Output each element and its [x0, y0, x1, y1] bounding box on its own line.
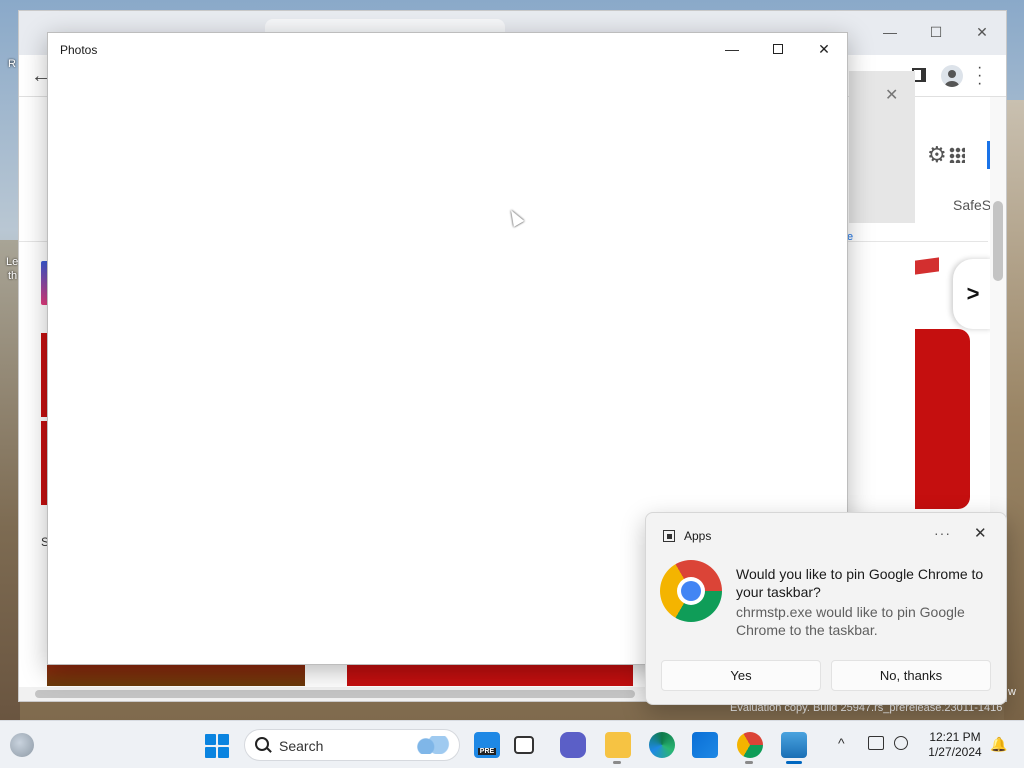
desktop-text-fragment: th	[8, 270, 18, 282]
desktop-text-fragment: R	[8, 58, 16, 70]
profile-icon[interactable]	[941, 65, 963, 87]
more-options-icon[interactable]: ···	[934, 525, 951, 541]
weather-icon[interactable]	[10, 733, 34, 757]
close-icon[interactable]: ✕	[974, 524, 987, 542]
chrome-icon[interactable]	[737, 732, 763, 758]
image-result-card[interactable]	[915, 329, 970, 509]
running-indicator	[745, 761, 753, 764]
close-icon: ✕	[818, 40, 830, 57]
windows-logo-icon	[205, 734, 216, 745]
notification-heading: Would you like to pin Google Chrome to y…	[736, 566, 984, 600]
desktop-text-fragment: w	[1008, 686, 1016, 698]
scrollbar-thumb[interactable]	[35, 690, 635, 698]
search-highlight-icon	[415, 736, 451, 754]
desktop-text-fragment: Le	[6, 256, 19, 268]
chevron-right-icon: >	[966, 281, 980, 306]
gear-icon[interactable]: ⚙	[927, 142, 947, 168]
maximize-icon	[773, 44, 783, 54]
edge-pre-icon[interactable]: PRE	[474, 732, 500, 758]
next-arrow-button[interactable]: >	[953, 259, 993, 329]
image-thumbnail[interactable]	[915, 257, 939, 275]
running-indicator	[613, 761, 621, 764]
active-app-indicator	[786, 761, 802, 764]
edge-icon[interactable]	[649, 732, 675, 758]
safesearch-label[interactable]: SafeS	[953, 197, 991, 213]
taskbar: Search PRE ^ 12:21 PM 1/27/2024 🔔	[0, 720, 1024, 768]
file-explorer-icon[interactable]	[605, 732, 631, 758]
more-menu-icon[interactable]: · · ·	[977, 60, 982, 92]
minimize-button[interactable]: —	[709, 33, 755, 65]
search-icon	[255, 737, 269, 751]
network-icon[interactable]	[868, 736, 884, 750]
pin-chrome-notification: Apps ··· ✕ Would you like to pin Google …	[645, 512, 1007, 705]
chevron-up-icon[interactable]: ^	[838, 735, 845, 751]
chrome-maximize-button[interactable]: ☐	[913, 17, 959, 47]
photos-icon[interactable]	[781, 732, 807, 758]
meet-icon[interactable]	[560, 732, 586, 758]
chrome-close-button[interactable]: ✕	[959, 17, 1005, 47]
notification-body: chrmstp.exe would like to pin Google Chr…	[736, 604, 965, 638]
scrollbar-thumb[interactable]	[993, 201, 1003, 281]
close-button[interactable]: ✕	[801, 33, 847, 65]
yes-button[interactable]: Yes	[661, 660, 821, 691]
search-placeholder: Search	[279, 738, 324, 754]
clock[interactable]: 12:21 PM 1/27/2024	[920, 730, 990, 760]
desktop-wallpaper-left	[0, 240, 20, 720]
desktop-wallpaper-right	[1004, 100, 1024, 720]
file-manager-icon[interactable]	[514, 736, 534, 754]
side-panel-area	[849, 71, 915, 223]
start-button[interactable]	[205, 734, 229, 758]
minimize-icon: —	[725, 41, 739, 57]
date-text: 1/27/2024	[928, 745, 982, 759]
no-thanks-button[interactable]: No, thanks	[831, 660, 991, 691]
close-icon[interactable]: ✕	[885, 85, 898, 105]
store-icon[interactable]	[692, 732, 718, 758]
notification-app-name: Apps	[684, 529, 712, 543]
search-box[interactable]: Search	[244, 729, 460, 761]
apps-grid-icon[interactable]	[949, 147, 965, 163]
apps-icon	[663, 530, 675, 542]
notification-bell-icon[interactable]: 🔔	[990, 736, 1007, 753]
chrome-minimize-button[interactable]: —	[867, 17, 913, 47]
maximize-button[interactable]	[755, 33, 801, 65]
chrome-logo-icon	[660, 560, 722, 622]
time-text: 12:21 PM	[929, 730, 981, 744]
volume-icon[interactable]	[894, 736, 908, 750]
window-title: Photos	[60, 43, 98, 57]
